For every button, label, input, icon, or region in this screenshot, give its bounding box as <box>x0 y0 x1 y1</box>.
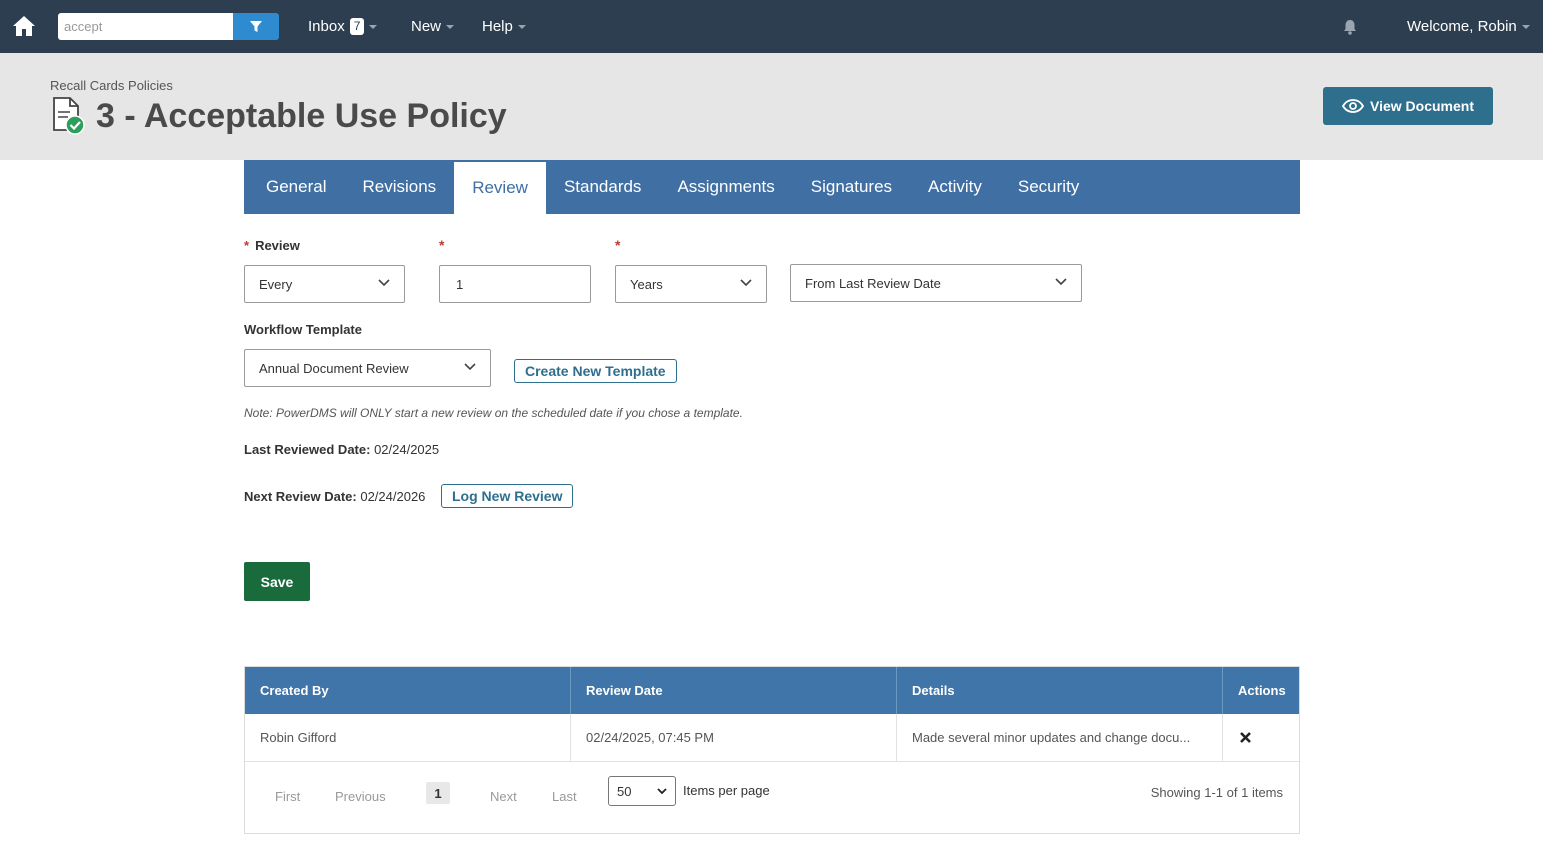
table-row: Robin Gifford 02/24/2025, 07:45 PM Made … <box>245 714 1299 762</box>
save-button[interactable]: Save <box>244 562 310 601</box>
search-box <box>58 13 279 40</box>
interval-unit-value: Years <box>630 276 663 292</box>
items-per-page-label: Items per page <box>683 783 770 798</box>
chevron-down-icon <box>446 24 455 29</box>
last-reviewed-date: Last Reviewed Date: 02/24/2025 <box>244 442 439 457</box>
workflow-template-label: Workflow Template <box>244 322 362 337</box>
column-header-actions: Actions <box>1238 683 1286 698</box>
tab-assignments[interactable]: Assignments <box>659 160 792 214</box>
tab-label: Revisions <box>362 177 437 196</box>
table-header: Created By Review Date Details Actions <box>245 667 1299 714</box>
tab-standards[interactable]: Standards <box>546 160 660 214</box>
workflow-template-select[interactable]: Annual Document Review <box>244 349 491 387</box>
bell-icon[interactable] <box>1341 18 1359 36</box>
page-size-select[interactable]: 50 <box>608 776 676 806</box>
page-header: Recall Cards Policies 3 - Acceptable Use… <box>0 53 1543 160</box>
pager-previous[interactable]: Previous <box>335 789 386 804</box>
filter-button[interactable] <box>233 13 279 40</box>
tab-label: General <box>266 177 327 196</box>
delete-icon[interactable] <box>1240 732 1251 743</box>
tab-security[interactable]: Security <box>1000 160 1097 214</box>
frequency-type-value: Every <box>259 276 293 292</box>
pager-first[interactable]: First <box>275 789 300 804</box>
tab-label: Standards <box>563 177 642 196</box>
pager-current-page[interactable]: 1 <box>426 782 450 804</box>
pager-next[interactable]: Next <box>490 789 517 804</box>
review-date-cell: 02/24/2025, 07:45 PM <box>571 714 897 761</box>
frequency-type-select[interactable]: Every <box>244 265 405 303</box>
next-review-date: Next Review Date: 02/24/2026 <box>244 489 425 504</box>
details-cell: Made several minor updates and change do… <box>897 714 1223 761</box>
tab-label: Signatures <box>810 177 893 196</box>
chevron-down-icon <box>464 363 476 371</box>
tab-label: Activity <box>928 177 982 196</box>
last-reviewed-value: 02/24/2025 <box>374 442 440 457</box>
search-input[interactable] <box>58 13 233 40</box>
column-header-review-date[interactable]: Review Date <box>571 667 897 714</box>
tab-review[interactable]: Review <box>454 162 546 214</box>
required-marker: * <box>615 237 621 253</box>
review-label-text: Review <box>255 238 300 253</box>
tab-label: Security <box>1017 177 1080 196</box>
chevron-down-icon <box>517 24 526 29</box>
column-header-created-by[interactable]: Created By <box>245 667 571 714</box>
eye-icon <box>1342 99 1364 113</box>
tab-activity[interactable]: Activity <box>910 160 1000 214</box>
chevron-down-icon <box>369 24 378 29</box>
inbox-count-badge: 7 <box>349 18 365 35</box>
chevron-down-icon <box>740 279 752 287</box>
help-label: Help <box>482 18 513 35</box>
breadcrumb[interactable]: Recall Cards Policies <box>50 78 173 93</box>
inbox-label: Inbox <box>308 18 345 35</box>
actions-cell <box>1223 714 1299 761</box>
chevron-down-icon <box>657 788 667 795</box>
last-reviewed-label: Last Reviewed Date: <box>244 442 371 457</box>
workflow-template-value: Annual Document Review <box>259 360 409 376</box>
tab-label: Review <box>472 178 528 197</box>
view-document-label: View Document <box>1370 98 1474 114</box>
tab-label: Assignments <box>677 177 775 196</box>
required-marker: * <box>439 237 445 253</box>
template-note: Note: PowerDMS will ONLY start a new rev… <box>244 406 743 420</box>
tab-revisions[interactable]: Revisions <box>344 160 454 214</box>
top-navbar: Inbox 7 New Help Welcome, Robin <box>0 0 1543 53</box>
page-title: 3 - Acceptable Use Policy <box>96 97 507 135</box>
tab-signatures[interactable]: Signatures <box>793 160 910 214</box>
tab-bar: General Revisions Review Standards Assig… <box>244 160 1300 214</box>
new-menu[interactable]: New <box>411 18 455 35</box>
chevron-down-icon <box>378 279 390 287</box>
create-new-template-button[interactable]: Create New Template <box>514 359 677 383</box>
next-review-value: 02/24/2026 <box>360 489 426 504</box>
created-by-cell: Robin Gifford <box>245 714 571 761</box>
required-marker: * <box>244 238 250 253</box>
pager-last[interactable]: Last <box>552 789 577 804</box>
chevron-down-icon <box>1521 24 1530 29</box>
approved-document-icon <box>53 97 85 135</box>
showing-count: Showing 1-1 of 1 items <box>1150 785 1283 800</box>
pager: First Previous 1 Next Last 50 Items per … <box>245 762 1299 833</box>
column-header-details[interactable]: Details <box>897 667 1223 714</box>
details-text: Made several minor updates and change do… <box>912 730 1191 745</box>
interval-unit-select[interactable]: Years <box>615 265 767 303</box>
review-label: * Review <box>244 238 300 253</box>
help-menu[interactable]: Help <box>482 18 526 35</box>
user-menu[interactable]: Welcome, Robin <box>1407 18 1530 35</box>
home-icon[interactable] <box>10 12 38 40</box>
filter-icon <box>250 20 262 32</box>
review-basis-select[interactable]: From Last Review Date <box>790 264 1082 302</box>
new-label: New <box>411 18 442 35</box>
tab-general[interactable]: General <box>248 160 344 214</box>
view-document-button[interactable]: View Document <box>1323 87 1493 125</box>
next-review-label: Next Review Date: <box>244 489 357 504</box>
chevron-down-icon <box>1055 278 1067 286</box>
review-basis-value: From Last Review Date <box>805 275 941 291</box>
review-history-table: Created By Review Date Details Actions R… <box>244 666 1300 834</box>
interval-input[interactable] <box>439 265 591 303</box>
welcome-label: Welcome, Robin <box>1407 18 1517 35</box>
page-size-value: 50 <box>617 783 632 799</box>
log-new-review-button[interactable]: Log New Review <box>441 484 574 508</box>
inbox-menu[interactable]: Inbox 7 <box>308 18 378 35</box>
